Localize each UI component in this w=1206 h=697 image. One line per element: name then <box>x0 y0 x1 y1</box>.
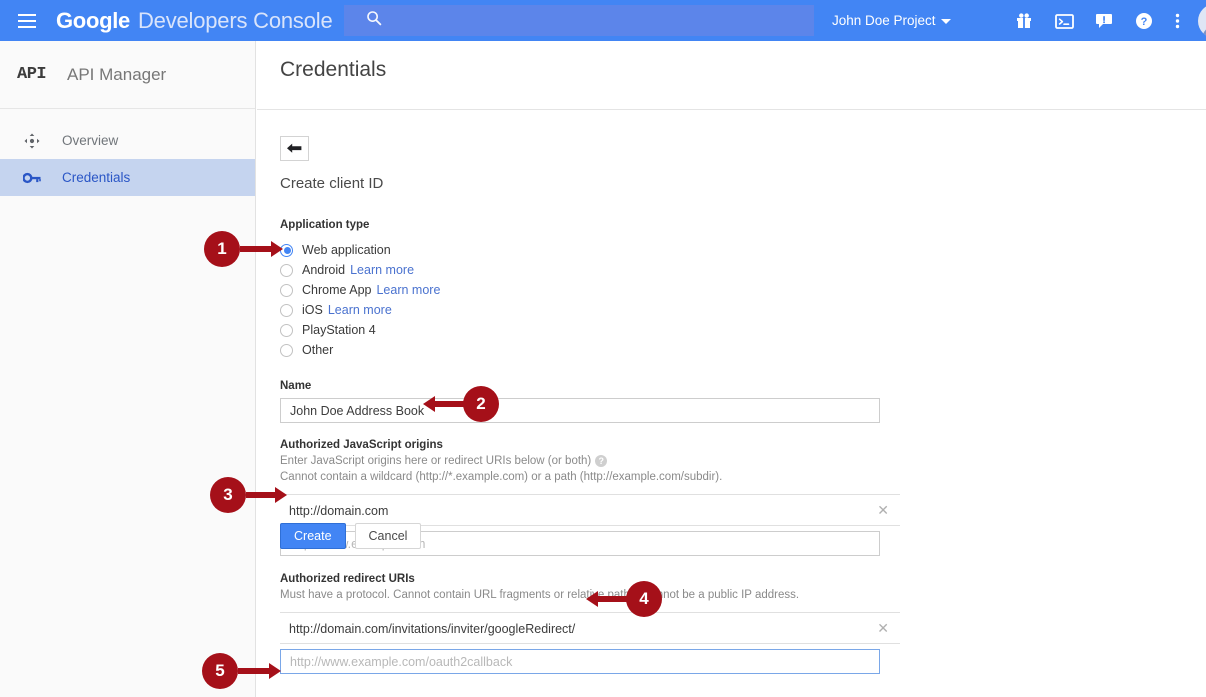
api-manager-title: API Manager <box>67 64 167 84</box>
radio-label: iOS <box>302 303 323 317</box>
create-button[interactable]: Create <box>280 523 346 549</box>
callout-badge-number: 1 <box>204 231 240 267</box>
move-cross-icon <box>20 133 44 149</box>
radio-label: PlayStation 4 <box>302 323 376 337</box>
radio-label: Android <box>302 263 346 277</box>
radio-web-application[interactable]: Web application <box>280 240 900 260</box>
brand-logo[interactable]: Google Developers Console <box>56 8 333 34</box>
api-logo-text: API <box>17 65 47 84</box>
callout-arrow <box>238 663 281 679</box>
redirect-uris-block: Authorized redirect URIs Must have a pro… <box>280 573 900 674</box>
sidebar-item-credentials-label: Credentials <box>62 170 131 185</box>
callout-arrow <box>586 591 628 607</box>
chevron-down-icon[interactable] <box>941 19 951 24</box>
application-type-radio-group: Web application Android Learn more Chrom… <box>280 240 900 360</box>
brand-product-text: Developers Console <box>137 7 333 33</box>
back-arrow-icon[interactable] <box>280 136 309 161</box>
js-origins-help-line-1: Enter JavaScript origins here or redirec… <box>280 455 592 467</box>
sidebar: API API Manager Overview Credentials <box>0 41 256 697</box>
js-origin-entry-value: http://domain.com <box>289 503 389 518</box>
callout-badge-number: 4 <box>626 581 662 617</box>
radio-playstation-4[interactable]: PlayStation 4 <box>280 320 900 340</box>
svg-text:?: ? <box>1141 16 1148 28</box>
js-origins-help-line-2: Cannot contain a wildcard (http://*.exam… <box>280 471 723 483</box>
radio-dot-icon <box>280 323 293 337</box>
js-origins-label: Authorized JavaScript origins <box>280 439 443 451</box>
project-selector[interactable]: John Doe Project <box>832 13 936 28</box>
radio-other[interactable]: Other <box>280 340 900 360</box>
name-label: Name <box>280 380 312 392</box>
sidebar-item-credentials[interactable]: Credentials <box>0 159 255 196</box>
name-input[interactable] <box>280 398 880 423</box>
search-icon <box>366 10 382 31</box>
form-actions: Create Cancel <box>280 523 422 549</box>
redirect-uri-entry-underline <box>280 643 900 644</box>
cancel-button[interactable]: Cancel <box>354 523 422 549</box>
key-icon <box>20 171 44 185</box>
brand-google-text: Google <box>56 7 130 33</box>
callout-badge-number: 3 <box>210 477 246 513</box>
gift-icon[interactable] <box>1013 10 1035 32</box>
title-divider <box>257 109 1206 110</box>
name-block: Name <box>280 380 900 423</box>
radio-label: Other <box>302 343 334 357</box>
top-header-bar: Google Developers Console John Doe Proje… <box>0 0 1206 41</box>
help-circle-icon[interactable]: ? <box>595 454 608 467</box>
redirect-uri-new-input[interactable] <box>280 649 880 674</box>
help-icon[interactable]: ? <box>1133 10 1155 32</box>
radio-chrome-app[interactable]: Chrome App Learn more <box>280 280 900 300</box>
chrome-app-learn-more-link[interactable]: Learn more <box>376 283 440 297</box>
callout-badge-number: 5 <box>202 653 238 689</box>
callout-arrow <box>246 487 287 503</box>
application-type-label: Application type <box>280 219 370 231</box>
radio-dot-icon <box>280 303 293 317</box>
hamburger-menu-icon[interactable] <box>18 13 36 28</box>
main-content: Credentials Create client ID Application… <box>257 41 1206 697</box>
search-input[interactable] <box>344 5 814 36</box>
sidebar-item-overview[interactable]: Overview <box>0 122 255 159</box>
radio-dot-icon <box>280 283 293 297</box>
redirect-uris-label: Authorized redirect URIs <box>280 573 415 585</box>
callout-arrow <box>423 396 465 412</box>
js-origin-entry[interactable]: http://domain.com ✕ <box>280 495 900 526</box>
sidebar-header: API API Manager <box>0 41 255 109</box>
clear-x-icon[interactable]: ✕ <box>877 621 889 635</box>
radio-dot-icon <box>280 343 293 357</box>
radio-label: Web application <box>302 243 391 257</box>
page-title: Credentials <box>280 58 387 81</box>
radio-ios[interactable]: iOS Learn more <box>280 300 900 320</box>
callout-badge-number: 2 <box>463 386 499 422</box>
more-vert-icon[interactable] <box>1170 10 1184 32</box>
avatar-body <box>1202 26 1206 38</box>
redirect-uri-entry[interactable]: http://domain.com/invitations/inviter/go… <box>280 613 900 644</box>
cloud-shell-terminal-icon[interactable] <box>1053 10 1075 32</box>
sidebar-item-overview-label: Overview <box>62 133 119 148</box>
radio-dot-icon <box>280 263 293 277</box>
user-avatar[interactable] <box>1198 4 1206 38</box>
feedback-icon[interactable] <box>1093 10 1115 32</box>
callout-arrow <box>240 241 283 257</box>
form-title: Create client ID <box>280 175 384 192</box>
radio-android[interactable]: Android Learn more <box>280 260 900 280</box>
redirect-uri-entry-value: http://domain.com/invitations/inviter/go… <box>289 621 576 636</box>
android-learn-more-link[interactable]: Learn more <box>350 263 414 277</box>
ios-learn-more-link[interactable]: Learn more <box>328 303 392 317</box>
clear-x-icon[interactable]: ✕ <box>877 503 889 517</box>
radio-label: Chrome App <box>302 283 372 297</box>
